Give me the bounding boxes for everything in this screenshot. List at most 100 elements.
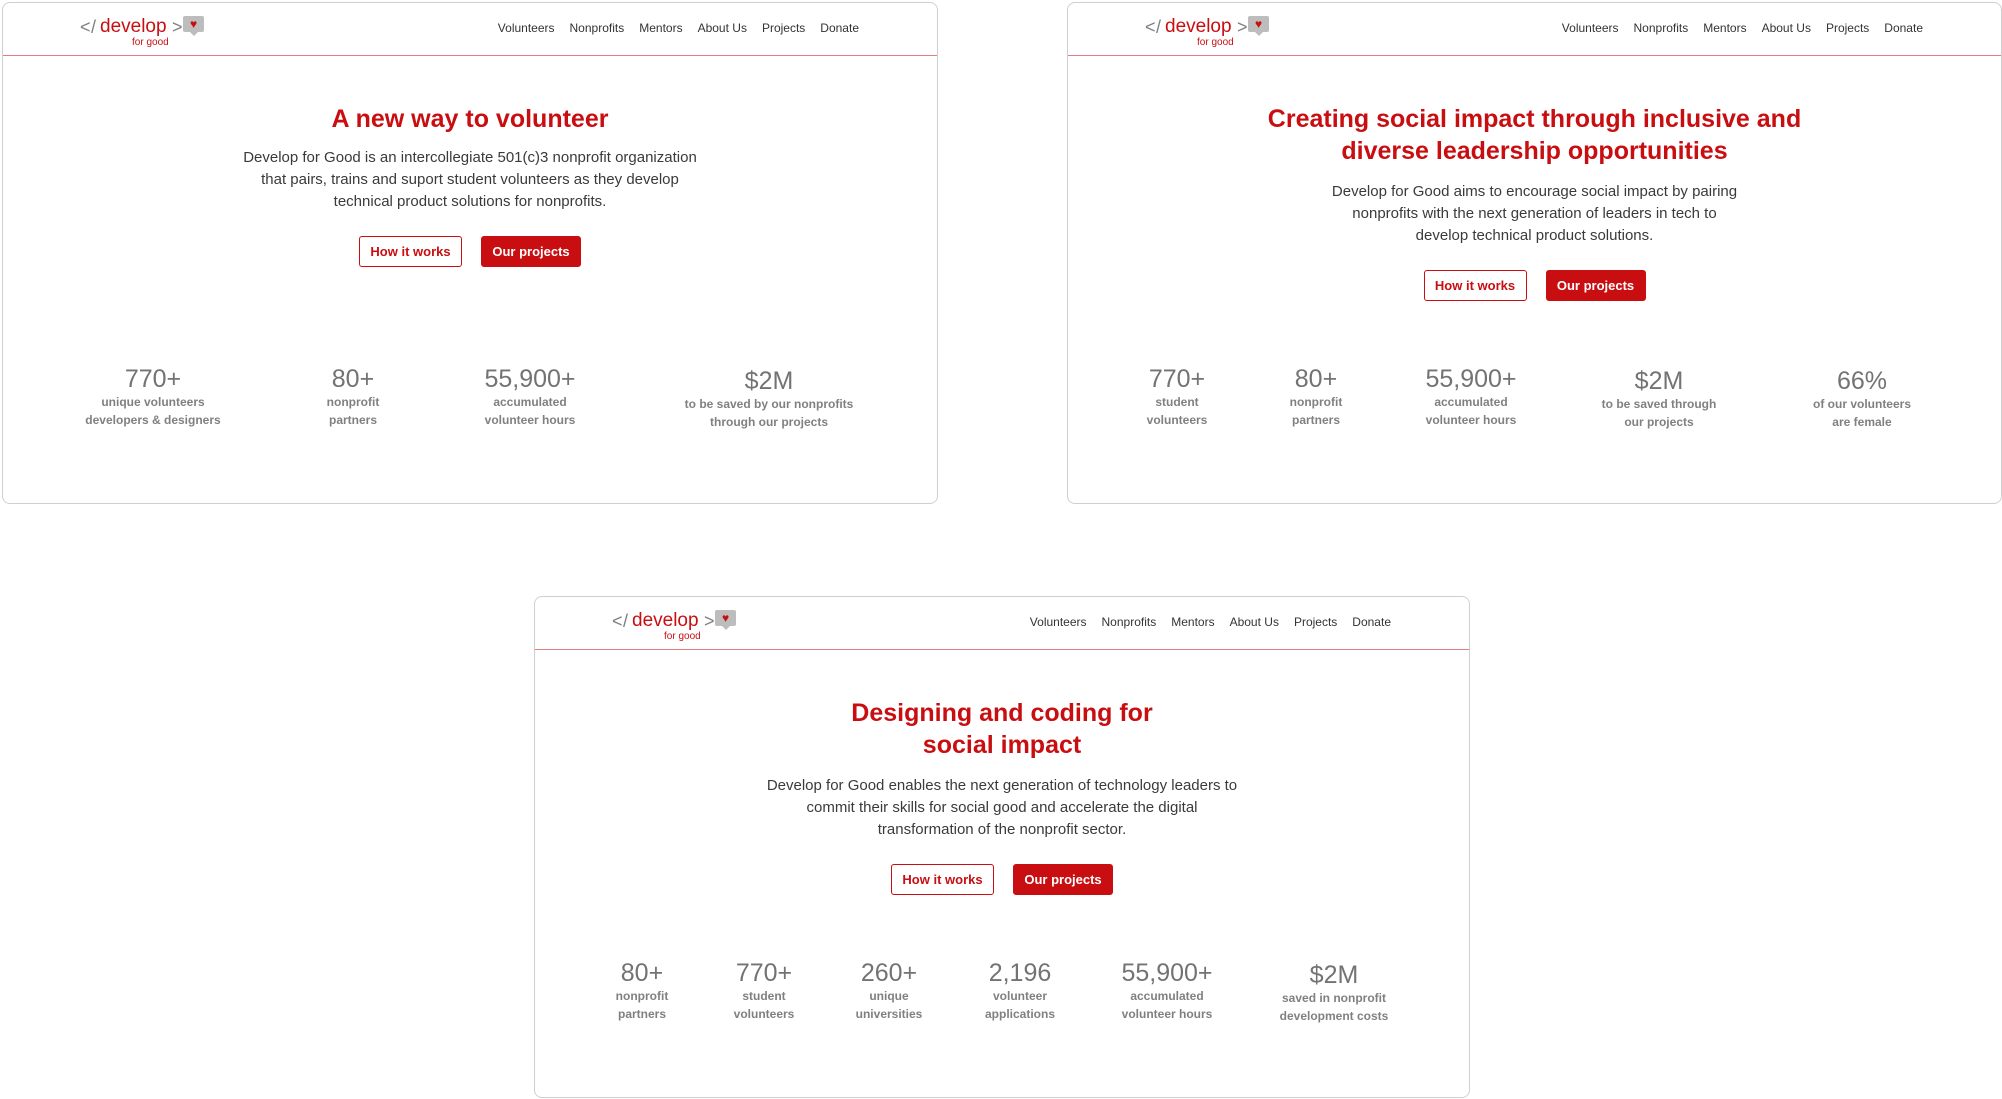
nav-nonprofits[interactable]: Nonprofits bbox=[1102, 615, 1157, 629]
logo-tagline: for good bbox=[664, 631, 701, 642]
stat-label-line: student bbox=[742, 989, 786, 1003]
nav-about-us[interactable]: About Us bbox=[1230, 615, 1279, 629]
stat-item: 770+ student volunteers bbox=[734, 959, 795, 1023]
stat-label-line: volunteer hours bbox=[1121, 1007, 1213, 1021]
hero-title-line: Creating social impact through inclusive… bbox=[1267, 105, 1802, 133]
stat-label: saved in nonprofit development costs bbox=[1280, 989, 1389, 1025]
nav-about-us[interactable]: About Us bbox=[1762, 21, 1811, 35]
logo-tagline: for good bbox=[1197, 37, 1234, 48]
stat-item: 260+ unique universities bbox=[856, 959, 923, 1023]
stat-label: to be saved through our projects bbox=[1602, 395, 1717, 431]
stat-label: nonprofit partners bbox=[327, 393, 380, 429]
hero-description-line: Develop for Good enables the next genera… bbox=[766, 777, 1238, 794]
hero-description: Develop for Good aims to encourage socia… bbox=[1068, 181, 2001, 247]
nav-projects[interactable]: Projects bbox=[1294, 615, 1337, 629]
how-it-works-button[interactable]: How it works bbox=[1423, 270, 1527, 301]
stat-label: nonprofit partners bbox=[616, 987, 669, 1023]
stat-label-line: universities bbox=[855, 1007, 923, 1021]
nav-about-us[interactable]: About Us bbox=[698, 21, 747, 35]
homepage-variant-1: </ develop > ♥ for good Volunteers Nonpr… bbox=[2, 2, 938, 504]
stat-label: student volunteers bbox=[734, 987, 795, 1023]
stat-label-line: development costs bbox=[1279, 1009, 1389, 1023]
nav-nonprofits[interactable]: Nonprofits bbox=[1634, 21, 1689, 35]
stat-label-line: saved in nonprofit bbox=[1281, 991, 1387, 1005]
main-nav: Volunteers Nonprofits Mentors About Us P… bbox=[498, 21, 859, 35]
our-projects-button[interactable]: Our projects bbox=[481, 236, 581, 267]
stat-label: of our volunteers are female bbox=[1813, 395, 1911, 431]
homepage-variant-3: </ develop > ♥ for good Volunteers Nonpr… bbox=[534, 596, 1470, 1098]
stat-label-line: to be saved through bbox=[1601, 397, 1717, 411]
stat-item: 770+ student volunteers bbox=[1147, 365, 1208, 429]
site-header: </ develop > ♥ for good Volunteers Nonpr… bbox=[1068, 3, 2001, 56]
hero-buttons: How it works Our projects bbox=[1068, 270, 2001, 301]
stat-label-line: partners bbox=[328, 413, 378, 427]
nav-volunteers[interactable]: Volunteers bbox=[498, 21, 555, 35]
site-logo[interactable]: </ develop > ♥ for good bbox=[80, 15, 220, 51]
heart-icon: ♥ bbox=[1248, 16, 1269, 36]
stat-label-line: volunteer hours bbox=[1425, 413, 1517, 427]
stat-item: $2M to be saved by our nonprofits through… bbox=[685, 367, 854, 431]
our-projects-button[interactable]: Our projects bbox=[1545, 270, 1646, 301]
logo-tagline: for good bbox=[132, 37, 169, 48]
stat-label: accumulated volunteer hours bbox=[484, 393, 576, 429]
nav-donate[interactable]: Donate bbox=[1352, 615, 1391, 629]
stat-item: $2M saved in nonprofit development costs bbox=[1280, 961, 1389, 1025]
heart-icon: ♥ bbox=[183, 16, 204, 36]
stat-value: $2M bbox=[1634, 367, 1684, 395]
stat-label-line: of our volunteers bbox=[1812, 397, 1912, 411]
logo-wordmark: develop bbox=[632, 610, 699, 631]
hero-title-line: social impact bbox=[922, 731, 1082, 759]
nav-nonprofits[interactable]: Nonprofits bbox=[570, 21, 625, 35]
homepage-variant-2: </ develop > ♥ for good Volunteers Nonpr… bbox=[1067, 2, 2002, 504]
nav-projects[interactable]: Projects bbox=[762, 21, 805, 35]
main-nav: Volunteers Nonprofits Mentors About Us P… bbox=[1562, 21, 1923, 35]
stat-label-line: student bbox=[1155, 395, 1199, 409]
nav-donate[interactable]: Donate bbox=[1884, 21, 1923, 35]
stat-label-line: through our projects bbox=[710, 415, 828, 429]
stat-label-line: volunteer hours bbox=[484, 413, 576, 427]
hero-section: Designing and coding for social impact D… bbox=[535, 697, 1469, 895]
hero-title-line: Designing and coding for bbox=[851, 699, 1153, 727]
hero-description-line: commit their skills for social good and … bbox=[806, 799, 1198, 816]
hero-description-line: that pairs, trains and suport student vo… bbox=[261, 171, 679, 188]
nav-projects[interactable]: Projects bbox=[1826, 21, 1869, 35]
stats-row: 80+ nonprofit partners 770+ student volunt… bbox=[535, 959, 1469, 1039]
stat-label-line: nonprofit bbox=[615, 989, 669, 1003]
site-logo[interactable]: </ develop > ♥ for good bbox=[612, 609, 752, 645]
nav-mentors[interactable]: Mentors bbox=[639, 21, 682, 35]
logo-close-bracket: > bbox=[1237, 17, 1248, 37]
site-header: </ develop > ♥ for good Volunteers Nonpr… bbox=[3, 3, 937, 56]
stat-label: student volunteers bbox=[1147, 393, 1208, 429]
hero-title: A new way to volunteer bbox=[3, 103, 937, 135]
stat-item: $2M to be saved through our projects bbox=[1602, 367, 1717, 431]
stat-value: 66% bbox=[1836, 367, 1888, 395]
nav-mentors[interactable]: Mentors bbox=[1703, 21, 1746, 35]
nav-volunteers[interactable]: Volunteers bbox=[1562, 21, 1619, 35]
nav-donate[interactable]: Donate bbox=[820, 21, 859, 35]
stat-value: 260+ bbox=[860, 959, 918, 987]
hero-title: Designing and coding for social impact bbox=[535, 697, 1469, 761]
hero-section: Creating social impact through inclusive… bbox=[1068, 103, 2001, 301]
hero-description-line: technical product solutions for nonprofi… bbox=[333, 193, 607, 210]
how-it-works-button[interactable]: How it works bbox=[359, 236, 462, 267]
how-it-works-button[interactable]: How it works bbox=[891, 864, 994, 895]
heart-icon: ♥ bbox=[715, 610, 736, 630]
stat-label-line: nonprofit bbox=[326, 395, 380, 409]
stat-label: accumulated volunteer hours bbox=[1121, 987, 1213, 1023]
stat-value: 770+ bbox=[1148, 365, 1206, 393]
stat-item: 66% of our volunteers are female bbox=[1813, 367, 1911, 431]
nav-mentors[interactable]: Mentors bbox=[1171, 615, 1214, 629]
hero-description-line: transformation of the nonprofit sector. bbox=[877, 821, 1127, 838]
hero-description: Develop for Good enables the next genera… bbox=[535, 775, 1469, 841]
hero-description-line: develop technical product solutions. bbox=[1415, 227, 1654, 244]
logo-close-bracket: > bbox=[704, 611, 715, 631]
hero-title-line: A new way to volunteer bbox=[331, 105, 609, 133]
stat-value: 55,900+ bbox=[484, 365, 576, 393]
stat-label-line: accumulated bbox=[493, 395, 567, 409]
stat-value: 80+ bbox=[1294, 365, 1338, 393]
nav-volunteers[interactable]: Volunteers bbox=[1030, 615, 1087, 629]
site-logo[interactable]: </ develop > ♥ for good bbox=[1145, 15, 1285, 51]
site-header: </ develop > ♥ for good Volunteers Nonpr… bbox=[535, 597, 1469, 650]
our-projects-button[interactable]: Our projects bbox=[1013, 864, 1113, 895]
stat-value: $2M bbox=[744, 367, 794, 395]
